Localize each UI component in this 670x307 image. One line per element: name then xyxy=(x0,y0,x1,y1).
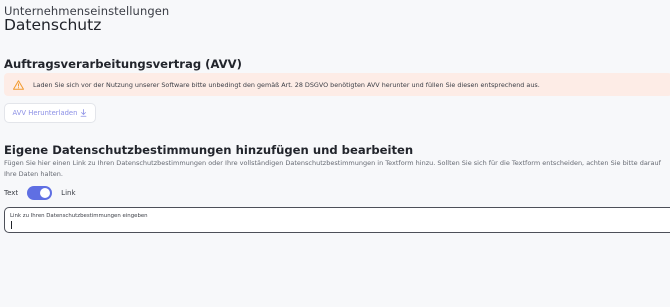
toggle-label-text: Text xyxy=(4,189,19,197)
privacy-link-input[interactable] xyxy=(10,220,610,231)
text-caret xyxy=(11,221,12,229)
text-link-toggle[interactable] xyxy=(27,186,53,200)
page-title: Datenschutz xyxy=(4,16,102,34)
avv-warning-text: Laden Sie sich vor der Nutzung unserer S… xyxy=(33,80,540,89)
warning-triangle-icon xyxy=(13,79,24,90)
avv-download-button[interactable]: AVV Herunterladen xyxy=(4,103,96,123)
privacy-link-field-label: Link zu Ihren Datenschutzbestimmungen ei… xyxy=(10,213,148,219)
privacy-settings-page: Unternehmenseinstellungen Datenschutz Au… xyxy=(0,0,670,307)
avv-download-label: AVV Herunterladen xyxy=(12,109,78,117)
avv-warning-banner: Laden Sie sich vor der Nutzung unserer S… xyxy=(4,73,670,96)
download-arrow-icon xyxy=(80,109,87,117)
toggle-knob xyxy=(40,188,51,198)
privacy-link-field[interactable]: Link zu Ihren Datenschutzbestimmungen ei… xyxy=(4,207,670,233)
avv-section-heading: Auftragsverarbeitungsvertrag (AVV) xyxy=(4,57,242,71)
privacy-section-heading: Eigene Datenschutzbestimmungen hinzufüge… xyxy=(4,143,414,157)
toggle-label-link: Link xyxy=(61,189,76,197)
privacy-description: Fügen Sie hier einen Link zu Ihren Daten… xyxy=(4,159,661,178)
text-link-toggle-row: Text Link xyxy=(4,185,76,201)
